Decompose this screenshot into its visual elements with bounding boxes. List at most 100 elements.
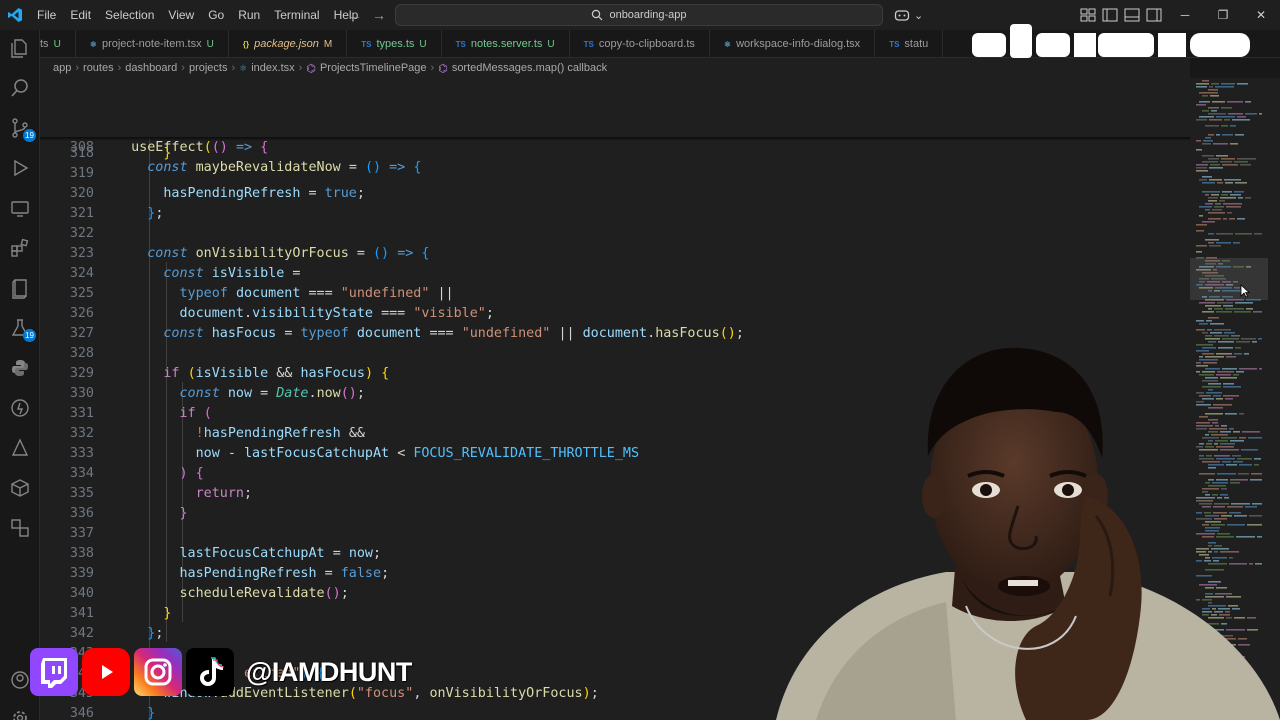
flask-icon[interactable]	[8, 436, 32, 460]
remote-explorer-icon[interactable]	[8, 196, 32, 220]
minimap-line	[1221, 83, 1235, 85]
close-icon[interactable]: ✕	[1242, 0, 1280, 30]
notebook-icon[interactable]	[8, 276, 32, 300]
code-row[interactable]: 318 }	[40, 144, 1190, 164]
breadcrumb-item[interactable]: routes	[83, 62, 114, 74]
minimap-line	[1208, 233, 1214, 235]
accounts-icon[interactable]	[8, 668, 32, 692]
source-control-icon[interactable]: 19	[8, 116, 36, 142]
package-icon[interactable]	[8, 476, 32, 500]
explorer-icon[interactable]	[8, 36, 32, 60]
code-row[interactable]: 320 hasPendingRefresh = true;	[40, 184, 1190, 204]
minimap-slider[interactable]	[1190, 258, 1268, 300]
code-line: const isVisible =	[163, 266, 301, 281]
sticky-line[interactable]: 232 export default function ProjectsTime…	[40, 78, 1190, 135]
python-icon[interactable]	[8, 356, 32, 380]
extensions-icon[interactable]	[8, 236, 32, 260]
code-row[interactable]: 325 typeof document === "undefined" ||	[40, 284, 1190, 304]
menu-edit[interactable]: Edit	[63, 0, 98, 30]
code-row[interactable]: 326 document.visibilityState === "visibl…	[40, 304, 1190, 324]
navigation-arrows: ← →	[346, 0, 388, 30]
settings-icon[interactable]	[8, 706, 32, 720]
minimap-line	[1223, 218, 1227, 220]
customize-layout-icon[interactable]	[1080, 8, 1096, 22]
redaction-block	[1098, 33, 1154, 57]
minimap-line	[1203, 140, 1213, 142]
menu-go[interactable]: Go	[201, 0, 231, 30]
minimap-line	[1196, 149, 1202, 151]
tab-package-json[interactable]: {} package.json M	[229, 30, 348, 57]
code-row[interactable]: 324 const isVisible =	[40, 264, 1190, 284]
minimap-line	[1212, 101, 1225, 103]
tab-types[interactable]: TS types.ts U	[347, 30, 442, 57]
menu-run[interactable]: Run	[231, 0, 267, 30]
minimap-line	[1199, 215, 1203, 217]
minimap-line	[1196, 86, 1207, 88]
minimap-line	[1199, 101, 1210, 103]
tab-project-note-item[interactable]: ⚛ project-note-item.tsx U	[76, 30, 229, 57]
minimap-line	[1227, 212, 1232, 214]
line-number: 332	[69, 426, 94, 441]
code-row[interactable]: 321 };	[40, 204, 1190, 224]
sticky-line[interactable]: 286 useEffect(() => {	[40, 98, 1190, 155]
minimap-line	[1217, 182, 1223, 184]
menu-selection[interactable]: Selection	[98, 0, 161, 30]
minimap-line	[1221, 158, 1235, 160]
chevron-down-icon[interactable]: ⌄	[914, 9, 923, 22]
symbol-function-icon: ⌬	[306, 62, 316, 75]
minimap-line	[1208, 200, 1217, 202]
tab-notes-server[interactable]: TS notes.server.ts U	[442, 30, 570, 57]
line-number: 334	[69, 466, 94, 481]
breadcrumb-item[interactable]: sortedMessages.map() callback	[452, 62, 607, 74]
tab-copy-to-clipboard[interactable]: TS copy-to-clipboard.ts	[570, 30, 710, 57]
tab-label: workspace-info-dialog.tsx	[736, 38, 861, 50]
sticky-line[interactable]: 308 const maybeRevalidateNow = () => {	[40, 118, 1190, 175]
run-debug-icon[interactable]	[8, 156, 32, 180]
sticky-scroll-shadow	[40, 137, 1190, 141]
tab-ts[interactable]: ts U	[40, 30, 76, 57]
menu-terminal[interactable]: Terminal	[267, 0, 326, 30]
forward-arrow-icon[interactable]: →	[370, 0, 388, 30]
minimap-line	[1230, 143, 1238, 145]
line-number: 342	[69, 626, 94, 641]
breadcrumb-item[interactable]: ProjectsTimelinePage	[320, 62, 427, 74]
menu-view[interactable]: View	[161, 0, 201, 30]
breadcrumb-item[interactable]: app	[53, 62, 71, 74]
timeline-icon[interactable]	[8, 396, 32, 420]
minimap-line	[1196, 119, 1207, 121]
menu-file[interactable]: File	[30, 0, 63, 30]
back-arrow-icon[interactable]: ←	[346, 0, 364, 30]
layout-icon[interactable]	[8, 516, 32, 540]
tab-status: M	[323, 38, 333, 50]
line-number: 346	[69, 706, 94, 720]
minimap-line	[1202, 191, 1220, 193]
tab-status-file[interactable]: TS statu	[875, 30, 944, 57]
restore-icon[interactable]: ❐	[1204, 0, 1242, 30]
copilot-button[interactable]: ⌄	[894, 5, 934, 25]
code-line: const hasFocus = typeof document === "un…	[163, 326, 744, 341]
json-file-icon: {}	[242, 39, 250, 49]
command-center-label: onboarding-app	[609, 9, 687, 21]
source-control-badge: 19	[23, 129, 36, 142]
tab-workspace-info-dialog[interactable]: ⚛ workspace-info-dialog.tsx	[710, 30, 876, 57]
minimap-line	[1208, 158, 1219, 160]
toggle-primary-sidebar-icon[interactable]	[1102, 8, 1118, 22]
code-line: scheduleRevalidate();	[179, 586, 349, 601]
minimap-line	[1216, 311, 1232, 313]
toggle-secondary-sidebar-icon[interactable]	[1146, 8, 1162, 22]
code-row[interactable]: 323 const onVisibilityOrFocus = () => {	[40, 244, 1190, 264]
toggle-panel-icon[interactable]	[1124, 8, 1140, 22]
minimap-line	[1220, 197, 1236, 199]
code-row[interactable]: 322	[40, 224, 1190, 244]
minimize-icon[interactable]: ─	[1166, 0, 1204, 30]
command-center[interactable]: onboarding-app	[395, 4, 883, 26]
breadcrumb-item[interactable]: index.tsx	[251, 62, 294, 74]
testing-icon[interactable]: 19	[8, 316, 36, 342]
minimap-line	[1208, 242, 1214, 244]
search-icon[interactable]	[8, 76, 32, 100]
redaction-block	[1158, 33, 1186, 57]
code-row[interactable]: 319	[40, 164, 1190, 184]
breadcrumb-item[interactable]: projects	[189, 62, 228, 74]
breadcrumb-item[interactable]: dashboard	[125, 62, 177, 74]
webcam-overlay	[756, 336, 1280, 720]
